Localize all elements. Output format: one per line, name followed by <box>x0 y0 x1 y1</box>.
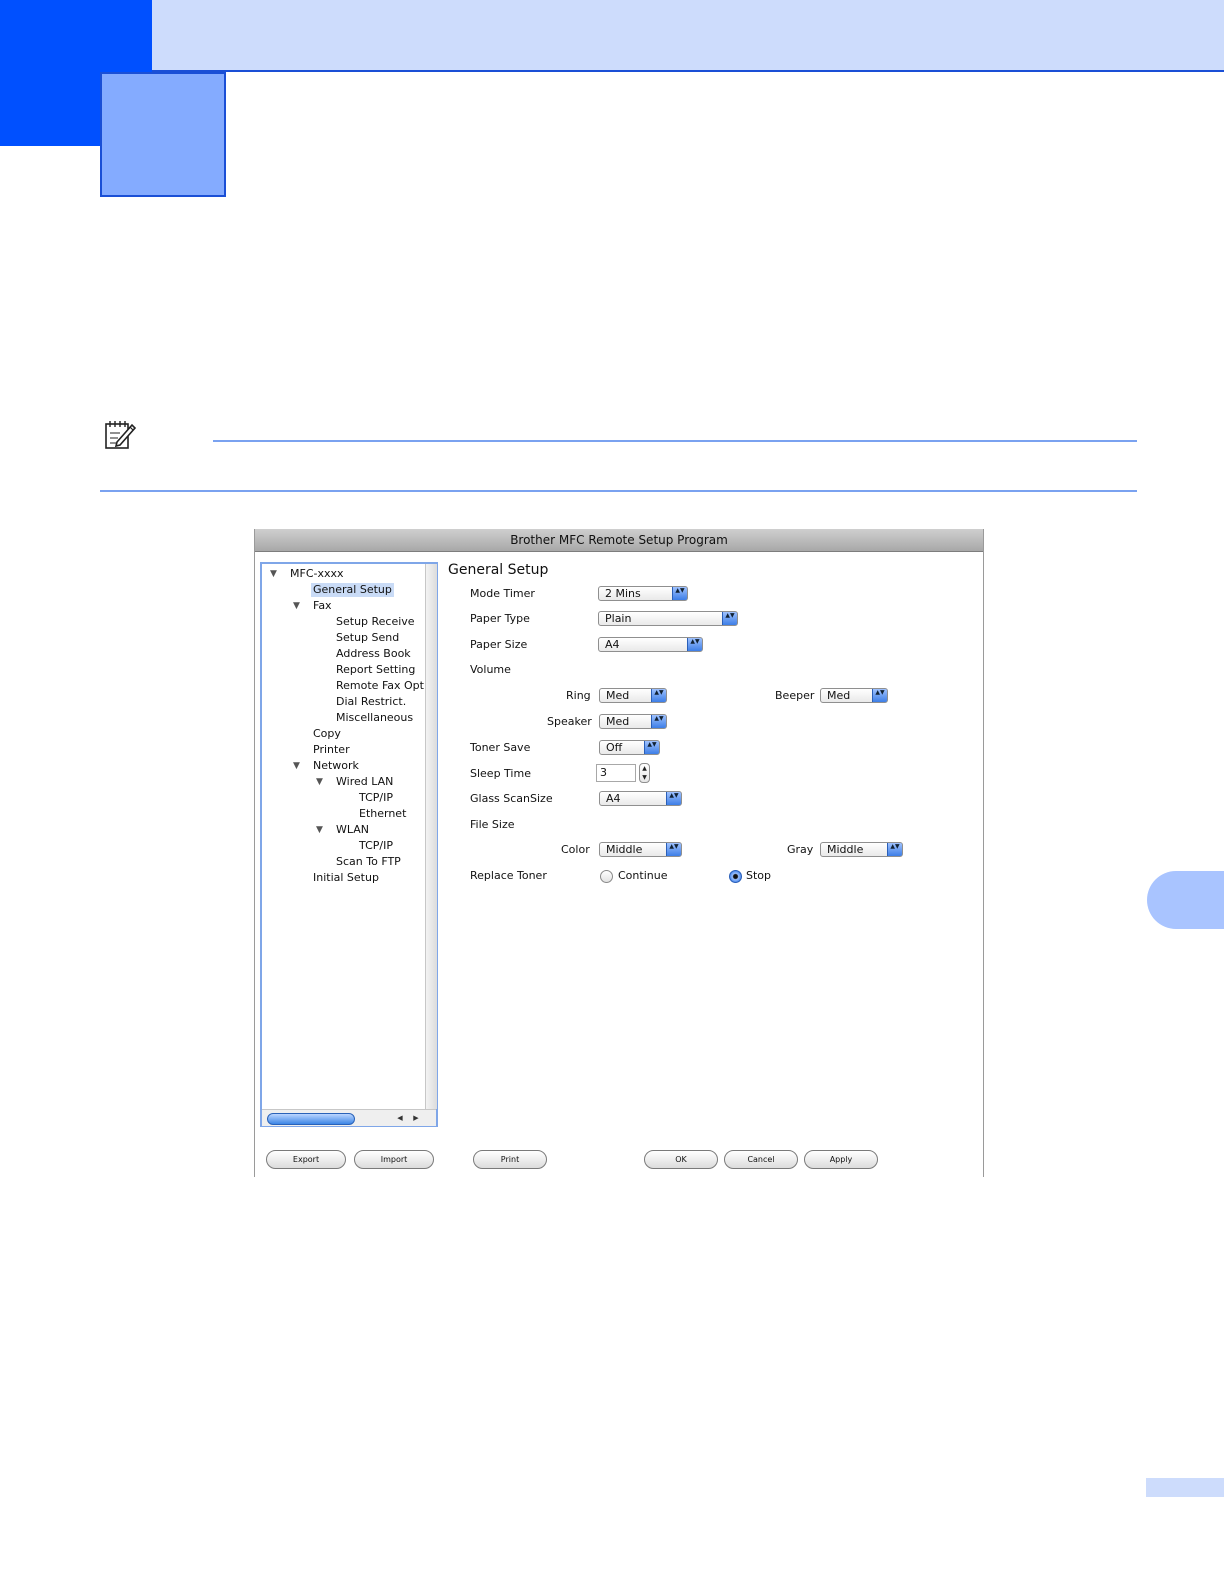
note-pencil-icon <box>103 418 137 452</box>
select-arrows-icon: ▲▼ <box>872 689 887 702</box>
toner-save-value: Off <box>606 741 623 754</box>
tree-item-remote-fax-opt[interactable]: Remote Fax Opt <box>336 679 425 693</box>
header-band <box>0 0 1224 72</box>
select-arrows-icon: ▲▼ <box>666 843 681 856</box>
expand-triangle-icon[interactable]: ▼ <box>270 567 277 581</box>
beeper-label: Beeper <box>775 689 815 702</box>
gray-size-select[interactable]: Middle ▲▼ <box>820 842 903 857</box>
file-size-label: File Size <box>470 818 515 831</box>
tree-item-scan-to-ftp[interactable]: Scan To FTP <box>336 855 401 869</box>
glass-scansize-value: A4 <box>606 792 621 805</box>
chapter-side-tab <box>1147 871 1224 929</box>
tree-item-miscellaneous[interactable]: Miscellaneous <box>336 711 413 725</box>
tree-item-wlan-tcpip[interactable]: TCP/IP <box>359 839 393 853</box>
tree-item-ethernet[interactable]: Ethernet <box>359 807 406 821</box>
select-arrows-icon: ▲▼ <box>672 587 687 600</box>
paper-type-select[interactable]: Plain ▲▼ <box>598 611 738 626</box>
tree-item-report-setting[interactable]: Report Setting <box>336 663 415 677</box>
paper-size-label: Paper Size <box>470 638 528 651</box>
ring-value: Med <box>606 689 630 702</box>
color-label: Color <box>561 843 590 856</box>
select-arrows-icon: ▲▼ <box>687 638 702 651</box>
select-arrows-icon: ▲▼ <box>644 741 659 754</box>
tree-item-wired-lan[interactable]: Wired LAN <box>336 775 393 789</box>
select-arrows-icon: ▲▼ <box>651 715 666 728</box>
panel-title: General Setup <box>448 562 549 578</box>
chapter-number-box <box>100 72 226 197</box>
tree-item-network[interactable]: Network <box>313 759 359 773</box>
ring-label: Ring <box>566 689 591 702</box>
sleep-time-stepper[interactable]: ▲ ▼ <box>639 763 650 783</box>
tree-item-initial-setup[interactable]: Initial Setup <box>313 871 379 885</box>
remote-setup-dialog: Brother MFC Remote Setup Program ▼ MFC-x… <box>254 529 984 1177</box>
tree-item-wlan[interactable]: WLAN <box>336 823 369 837</box>
cancel-button[interactable]: Cancel <box>724 1150 798 1169</box>
note-rule-bottom <box>100 490 1137 492</box>
export-button[interactable]: Export <box>266 1150 346 1169</box>
continue-radio[interactable] <box>600 870 613 883</box>
speaker-value: Med <box>606 715 630 728</box>
select-arrows-icon: ▲▼ <box>651 689 666 702</box>
ok-button[interactable]: OK <box>644 1150 718 1169</box>
select-arrows-icon: ▲▼ <box>722 612 737 625</box>
color-size-value: Middle <box>606 843 643 856</box>
speaker-label: Speaker <box>547 715 592 728</box>
stepper-down-icon[interactable]: ▼ <box>640 773 649 782</box>
tree-item-dial-restrict[interactable]: Dial Restrict. <box>336 695 406 709</box>
select-arrows-icon: ▲▼ <box>887 843 902 856</box>
sleep-time-input[interactable]: 3 <box>596 764 636 782</box>
tree-item-setup-receive[interactable]: Setup Receive <box>336 615 415 629</box>
toner-save-label: Toner Save <box>470 741 531 754</box>
tree-vertical-scrollbar[interactable] <box>425 564 437 1109</box>
scroll-right-icon[interactable]: ▶ <box>410 1112 422 1124</box>
print-button[interactable]: Print <box>473 1150 547 1169</box>
tree-horizontal-scrollbar[interactable]: ◀ ▶ <box>262 1109 436 1126</box>
sleep-time-label: Sleep Time <box>470 767 531 780</box>
toner-save-select[interactable]: Off ▲▼ <box>599 740 660 755</box>
apply-button[interactable]: Apply <box>804 1150 878 1169</box>
note-rule-top <box>213 440 1137 442</box>
paper-type-label: Paper Type <box>470 612 530 625</box>
beeper-value: Med <box>827 689 851 702</box>
settings-tree[interactable]: ▼ MFC-xxxx General Setup ▼ Fax Setup Rec… <box>260 562 438 1127</box>
tree-item-wired-tcpip[interactable]: TCP/IP <box>359 791 393 805</box>
tree-item-setup-send[interactable]: Setup Send <box>336 631 399 645</box>
tree-item-fax[interactable]: Fax <box>313 599 332 613</box>
glass-scansize-select[interactable]: A4 ▲▼ <box>599 791 682 806</box>
scrollbar-thumb[interactable] <box>267 1113 355 1125</box>
glass-scansize-label: Glass ScanSize <box>470 792 553 805</box>
speaker-select[interactable]: Med ▲▼ <box>599 714 667 729</box>
paper-type-value: Plain <box>605 612 632 625</box>
tree-item-copy[interactable]: Copy <box>313 727 341 741</box>
volume-label: Volume <box>470 663 511 676</box>
ring-select[interactable]: Med ▲▼ <box>599 688 667 703</box>
import-button[interactable]: Import <box>354 1150 434 1169</box>
paper-size-select[interactable]: A4 ▲▼ <box>598 637 703 652</box>
stop-radio[interactable] <box>729 870 742 883</box>
dialog-title: Brother MFC Remote Setup Program <box>255 529 983 552</box>
page-number-tab <box>1146 1478 1224 1497</box>
mode-timer-label: Mode Timer <box>470 587 535 600</box>
expand-triangle-icon[interactable]: ▼ <box>293 759 300 773</box>
color-size-select[interactable]: Middle ▲▼ <box>599 842 682 857</box>
replace-toner-label: Replace Toner <box>470 869 547 882</box>
select-arrows-icon: ▲▼ <box>666 792 681 805</box>
tree-item-address-book[interactable]: Address Book <box>336 647 411 661</box>
continue-radio-label[interactable]: Continue <box>618 869 667 883</box>
tree-item-general-setup[interactable]: General Setup <box>311 583 394 597</box>
stepper-up-icon[interactable]: ▲ <box>640 764 649 773</box>
expand-triangle-icon[interactable]: ▼ <box>293 599 300 613</box>
gray-size-value: Middle <box>827 843 864 856</box>
gray-label: Gray <box>787 843 814 856</box>
beeper-select[interactable]: Med ▲▼ <box>820 688 888 703</box>
mode-timer-value: 2 Mins <box>605 587 641 600</box>
mode-timer-select[interactable]: 2 Mins ▲▼ <box>598 586 688 601</box>
tree-item-mfc[interactable]: MFC-xxxx <box>290 567 344 581</box>
expand-triangle-icon[interactable]: ▼ <box>316 823 323 837</box>
tree-item-printer[interactable]: Printer <box>313 743 350 757</box>
paper-size-value: A4 <box>605 638 620 651</box>
scroll-left-icon[interactable]: ◀ <box>394 1112 406 1124</box>
expand-triangle-icon[interactable]: ▼ <box>316 775 323 789</box>
stop-radio-label[interactable]: Stop <box>746 869 771 883</box>
